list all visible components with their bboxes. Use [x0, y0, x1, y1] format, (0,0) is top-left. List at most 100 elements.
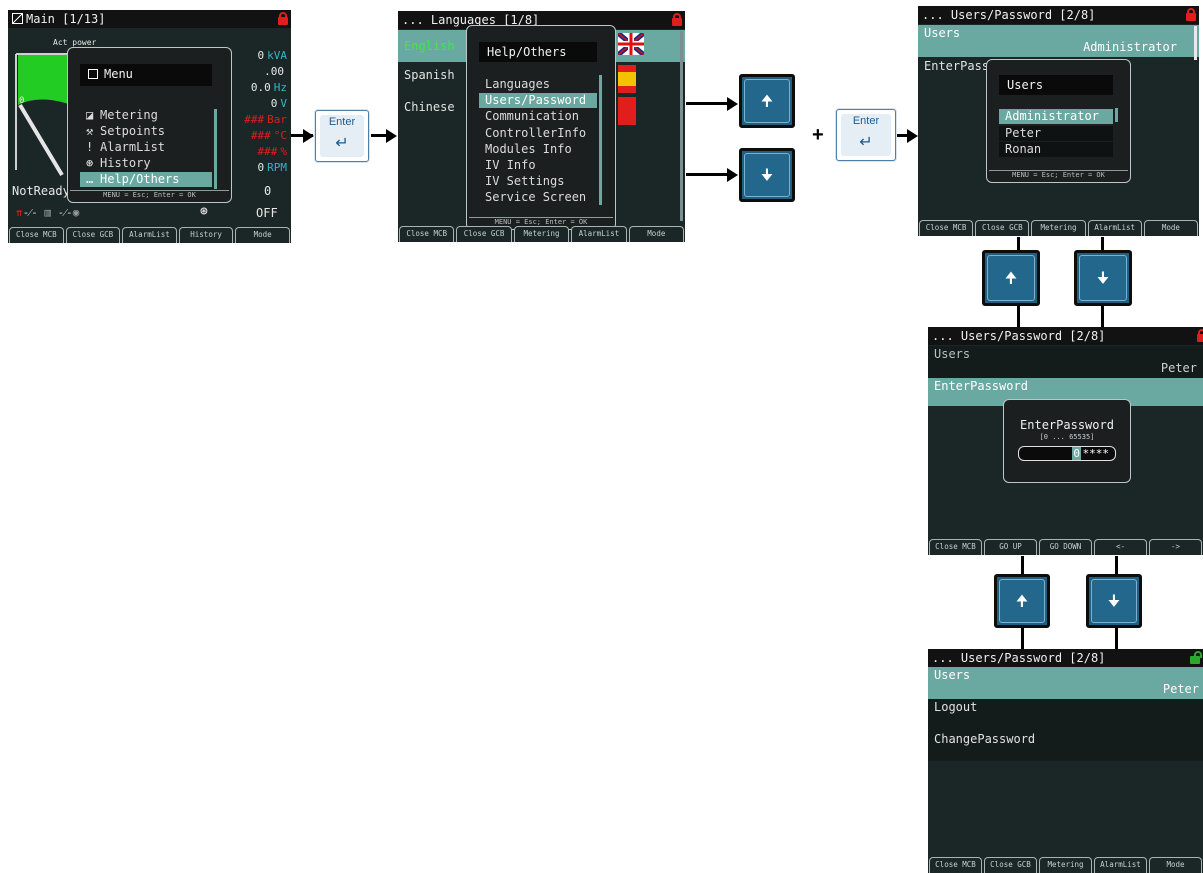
language-label: Spanish: [404, 68, 455, 82]
screen-icon: [12, 13, 23, 24]
gauge-label: Act power: [53, 38, 97, 47]
help-others-popup: Help/Others Languages Users/Password Commu…: [466, 25, 616, 230]
help-menu-item[interactable]: Service Screen: [479, 190, 597, 205]
help-menu-item[interactable]: IV Info: [479, 158, 597, 173]
arrow-down-key-3[interactable]: 🠋: [1086, 574, 1142, 628]
help-menu-item[interactable]: ControllerInfo: [479, 126, 597, 141]
menu-title: Menu: [104, 67, 133, 81]
softkey-button[interactable]: Close GCB: [975, 220, 1030, 236]
menu-item-label: Metering: [100, 108, 158, 122]
softkey-button[interactable]: AlarmList: [122, 227, 177, 243]
gauge-icon: ◪: [86, 108, 94, 122]
menu-item[interactable]: … Help/Others: [80, 172, 212, 187]
softkey-button[interactable]: Close GCB: [984, 857, 1037, 873]
users-row[interactable]: Users Administrator: [918, 25, 1199, 57]
softkey-button[interactable]: Metering: [513, 226, 570, 242]
softkey-button[interactable]: AlarmList: [571, 226, 627, 242]
connector-line: [1021, 628, 1024, 650]
menu-item[interactable]: ⊛ History: [80, 156, 212, 171]
help-menu-item[interactable]: Modules Info: [479, 142, 597, 157]
reading-unit: Bar: [267, 113, 287, 126]
softkey-button[interactable]: Close GCB: [456, 226, 512, 242]
users-popup-scrollbar[interactable]: [1115, 108, 1118, 122]
menu-item-label: Setpoints: [100, 124, 166, 138]
flow-arrowhead-3: [907, 129, 918, 143]
arrow-up-key-2[interactable]: 🠉: [982, 250, 1040, 306]
softkey-button[interactable]: Mode: [628, 226, 685, 242]
menu-item[interactable]: ! AlarmList: [80, 140, 212, 155]
user-item[interactable]: Administrator: [999, 109, 1113, 124]
users-row[interactable]: Users Peter: [928, 346, 1203, 378]
softkey-button[interactable]: Metering: [1039, 857, 1092, 873]
menu-item-label: AlarmList: [100, 140, 166, 154]
menu-item[interactable]: ⚒ Setpoints: [80, 124, 212, 139]
softkey-button[interactable]: Close MCB: [929, 539, 982, 555]
plus-sign: +: [812, 124, 824, 146]
softkey-button[interactable]: Close GCB: [65, 227, 121, 243]
softkey-button[interactable]: Mode: [1149, 857, 1202, 873]
history-icon: ⊛: [86, 156, 94, 170]
reading-value: 0: [270, 97, 278, 110]
user-item[interactable]: Ronan: [999, 142, 1113, 157]
mode-value: OFF: [256, 206, 278, 220]
arrow-up-key-3[interactable]: 🠉: [994, 574, 1050, 628]
enter-key[interactable]: Enter ↵: [315, 110, 369, 162]
user-item[interactable]: Peter: [999, 125, 1113, 141]
reading-unit: °C: [273, 129, 287, 142]
softkey-button[interactable]: Close MCB: [929, 857, 982, 873]
reading-value: ###: [250, 129, 271, 142]
connector-line: [1115, 556, 1118, 574]
softkey-button[interactable]: GO DOWN: [1039, 539, 1092, 555]
logged-in-screen: ... Users/Password [2/8] Users Peter Log…: [928, 649, 1203, 873]
softkey-button[interactable]: Close MCB: [919, 220, 974, 236]
softkey-button[interactable]: AlarmList: [1094, 857, 1147, 873]
lock-icon: [1197, 329, 1203, 342]
users-title: ... Users/Password [2/8]: [922, 8, 1096, 22]
softkey-button[interactable]: ->: [1149, 539, 1202, 555]
softkey-button[interactable]: Mode: [235, 227, 290, 243]
password-input[interactable]: 0 ****: [1018, 446, 1116, 461]
menu-scrollbar[interactable]: [214, 109, 217, 189]
softkey-button[interactable]: GO UP: [984, 539, 1037, 555]
softkey-button[interactable]: Close MCB: [399, 226, 455, 242]
alarm-icon: !: [86, 140, 94, 154]
users-label: Users: [934, 347, 971, 361]
enter-password-label: EnterPass: [924, 59, 990, 73]
china-flag-icon: [618, 97, 636, 125]
reading-value: .00: [264, 65, 284, 78]
arrow-down-key[interactable]: 🠋: [739, 148, 795, 202]
users-value: Peter: [1162, 682, 1199, 696]
logout-row[interactable]: Logout: [928, 699, 1203, 731]
reading-value: ###: [244, 113, 265, 126]
users-row[interactable]: Users Peter: [928, 667, 1203, 699]
languages-screen: ... Languages [1/8] English Spanish Chin…: [398, 11, 685, 242]
menu-popup-header: Menu: [80, 64, 212, 86]
enter-key-2[interactable]: Enter ↵: [836, 109, 896, 161]
main-title-bar: Main [1/13]: [8, 10, 291, 28]
softkey-button[interactable]: <-: [1094, 539, 1147, 555]
users-scrollbar[interactable]: [1194, 26, 1197, 60]
users-label: Users: [924, 26, 961, 40]
softkey-button[interactable]: History: [178, 227, 234, 243]
menu-item[interactable]: ◪ Metering: [80, 108, 212, 123]
softkey-button[interactable]: Mode: [1143, 220, 1199, 236]
flow-arrow-up-head: [727, 97, 738, 111]
help-menu-item[interactable]: IV Settings: [479, 174, 597, 189]
help-scrollbar[interactable]: [599, 75, 602, 205]
softkey-button[interactable]: AlarmList: [1087, 220, 1142, 236]
lock-icon: [1186, 8, 1196, 21]
reading-unit: Hz: [273, 81, 287, 94]
help-menu-item[interactable]: Communication: [479, 109, 597, 124]
change-password-row[interactable]: ChangePassword: [928, 731, 1203, 761]
enter-password-label: EnterPassword: [934, 379, 1028, 393]
help-menu-item[interactable]: Users/Password: [479, 93, 597, 109]
languages-scrollbar[interactable]: [680, 31, 683, 221]
arrow-down-key-2[interactable]: 🠋: [1074, 250, 1132, 306]
arrow-up-key[interactable]: 🠉: [739, 74, 795, 128]
reading-unit: kVA: [267, 49, 287, 62]
help-menu-item[interactable]: Languages: [479, 77, 597, 92]
softkey-button[interactable]: Close MCB: [9, 227, 64, 243]
menu-popup: Menu ◪ Metering ⚒ Setpoints! AlarmList ⊛ Histo…: [67, 47, 232, 203]
softkey-button[interactable]: Metering: [1031, 220, 1086, 236]
down-arrow-icon: 🠋: [1096, 269, 1110, 287]
